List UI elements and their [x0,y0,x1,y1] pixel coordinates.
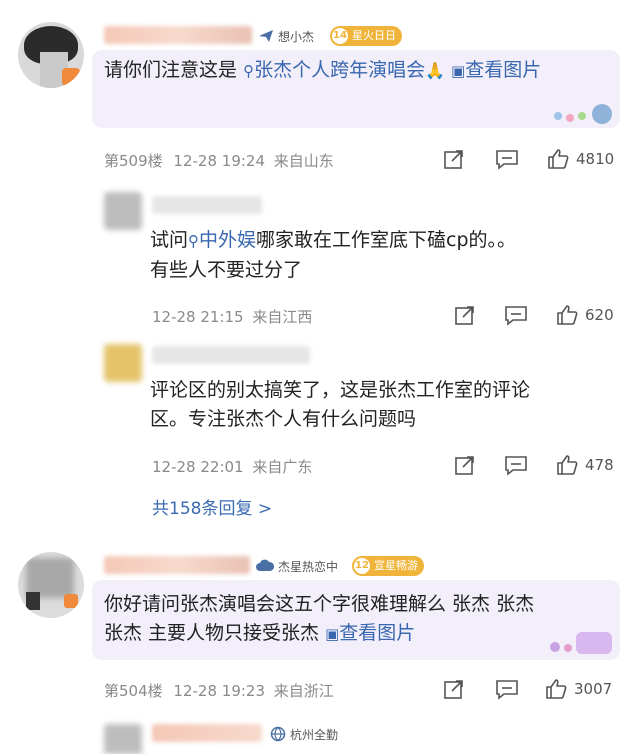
topic-link[interactable]: ⚲中外娱 [188,229,256,251]
thumbs-up-icon [548,149,569,169]
avatar[interactable] [104,344,142,382]
reply-meta: 12-28 22:01 来自广东 [152,458,313,476]
thumbs-up-icon [546,679,567,699]
fan-badge: 杭州全勤 [270,724,338,744]
username-blurred[interactable] [152,196,262,214]
share-icon [444,680,463,699]
globe-icon [270,726,286,742]
image-icon: ▣ [451,62,466,80]
view-image-link[interactable]: ▣查看图片 [325,622,415,644]
share-button[interactable] [443,678,465,700]
comment-meta: 第504楼 12-28 19:23 来自浙江 [104,682,334,700]
reply-button[interactable] [495,678,519,700]
share-button[interactable] [454,454,476,476]
share-button[interactable] [454,304,476,326]
like-button[interactable]: 3007 [544,677,612,701]
fan-badge: 杰星热恋中 [256,556,338,576]
fan-badge: 想小杰 [258,26,314,46]
username-blurred[interactable] [152,346,310,364]
avatar[interactable] [18,22,84,88]
paper-plane-icon [259,30,273,42]
like-button[interactable]: 478 [555,453,614,477]
comment-text: 请你们注意这是 ⚲张杰个人跨年演唱会🙏 ▣查看图片 [104,59,542,81]
username-blurred[interactable] [152,724,262,742]
share-icon [444,150,463,169]
view-replies-link[interactable]: 共158条回复 > [152,494,272,519]
level-badge: 12 宣星畅游 [352,556,424,576]
reply-meta: 12-28 21:15 来自江西 [152,308,313,326]
comment-icon [505,306,527,326]
topic-link[interactable]: ⚲张杰个人跨年演唱会 [243,59,425,81]
view-image-link[interactable]: ▣查看图片 [451,59,541,81]
avatar[interactable] [104,192,142,230]
reply-button[interactable] [504,454,528,476]
comment-meta: 第509楼 12-28 19:24 来自山东 [104,152,334,170]
reply-text: 试问⚲中外娱哪家敢在工作室底下磕cp的。。 有些人不要过分了 [150,229,517,281]
image-icon: ▣ [325,625,340,643]
like-button[interactable]: 4810 [546,147,614,171]
search-icon: ⚲ [243,62,255,80]
reply-button[interactable] [495,148,519,170]
like-button[interactable]: 620 [555,303,614,327]
comment-icon [496,680,518,700]
share-icon [455,306,474,325]
avatar[interactable] [18,552,84,618]
reply-button[interactable] [504,304,528,326]
bubble-decoration [550,102,616,126]
username-blurred[interactable] [104,556,250,574]
avatar[interactable] [104,724,142,754]
thumbs-up-icon [557,455,578,475]
comment-icon [505,456,527,476]
thumbs-up-icon [557,305,578,325]
username-blurred[interactable] [104,26,252,44]
comment-text: 你好请问张杰演唱会这五个字很难理解么 张杰 张杰 张杰 主要人物只接受张杰 ▣查… [104,593,535,644]
level-badge: 14 星火日日 [330,26,402,46]
share-icon [455,456,474,475]
comment-icon [496,150,518,170]
search-icon: ⚲ [188,232,200,250]
cloud-icon [256,559,274,571]
reply-text: 评论区的别太搞笑了，这是张杰工作室的评论 区。专注张杰个人有什么问题吗 [150,379,531,430]
share-button[interactable] [443,148,465,170]
